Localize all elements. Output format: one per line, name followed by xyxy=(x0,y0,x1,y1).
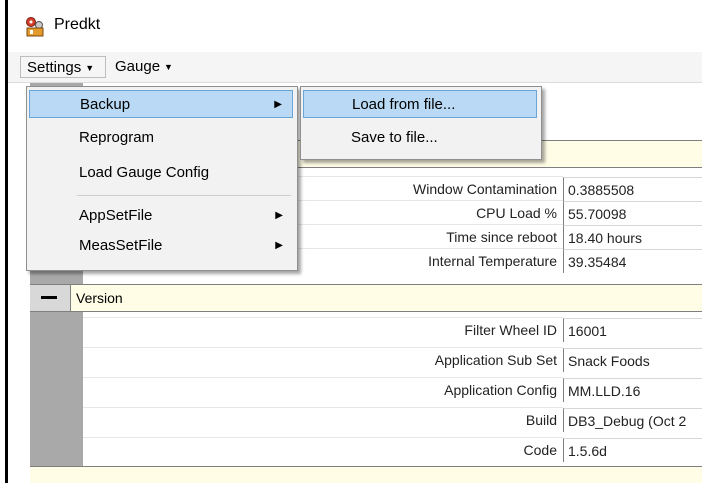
property-value[interactable]: 39.35484 xyxy=(563,249,702,273)
property-label: Filter Wheel ID xyxy=(83,317,563,342)
category-label: Version xyxy=(76,290,123,306)
title-bar: Predkt xyxy=(8,0,702,52)
menu-item-save-to-file[interactable]: Save to file... xyxy=(303,124,537,152)
menu-settings[interactable]: Settings ▼ xyxy=(20,56,106,78)
menu-gauge-label: Gauge xyxy=(115,58,161,75)
menu-item-meassetfile[interactable]: MeasSetFile ▶ xyxy=(29,232,293,260)
menu-bar: Settings ▼ Gauge ▼ xyxy=(8,52,702,83)
property-value[interactable]: 0.3885508 xyxy=(563,177,702,201)
property-row[interactable]: Code 1.5.6d xyxy=(83,437,702,462)
property-label: Build xyxy=(83,407,563,432)
settings-dropdown-menu: Backup ▶ Reprogram Load Gauge Config App… xyxy=(26,86,298,271)
menu-separator xyxy=(77,195,291,196)
app-gears-icon xyxy=(26,17,44,37)
backup-submenu: Load from file... Save to file... xyxy=(300,86,542,160)
menu-item-appsetfile[interactable]: AppSetFile ▶ xyxy=(29,202,293,230)
app-window: Predkt Settings ▼ Gauge ▼ Window Contamina… xyxy=(5,0,702,483)
menu-item-backup[interactable]: Backup ▶ xyxy=(29,90,293,118)
property-value[interactable]: MM.LLD.16 xyxy=(563,378,702,402)
category-header-next[interactable] xyxy=(30,466,702,483)
property-row[interactable]: Application Config MM.LLD.16 xyxy=(83,377,702,402)
property-row[interactable]: Build DB3_Debug (Oct 2 xyxy=(83,407,702,432)
property-value[interactable]: 55.70098 xyxy=(563,201,702,225)
menu-item-label: Save to file... xyxy=(351,129,438,146)
menu-item-reprogram[interactable]: Reprogram xyxy=(29,124,293,152)
menu-item-label: AppSetFile xyxy=(79,207,153,224)
menu-item-label: MeasSetFile xyxy=(79,237,163,254)
property-value[interactable]: Snack Foods xyxy=(563,348,702,372)
property-value[interactable]: 1.5.6d xyxy=(563,438,702,462)
menu-item-label: Load from file... xyxy=(352,96,456,113)
property-value[interactable]: 18.40 hours xyxy=(563,225,702,249)
chevron-right-icon: ▶ xyxy=(275,240,283,251)
menu-item-label: Backup xyxy=(80,96,131,113)
collapse-toggle[interactable] xyxy=(30,285,71,311)
property-label: Code xyxy=(83,437,563,462)
minus-icon xyxy=(41,296,57,299)
property-value[interactable]: DB3_Debug (Oct 2 xyxy=(563,408,702,432)
menu-settings-label: Settings xyxy=(27,59,82,76)
menu-item-label: Load Gauge Config xyxy=(79,164,210,181)
menu-gauge[interactable]: Gauge ▼ xyxy=(109,56,197,78)
menu-item-load-gauge-config[interactable]: Load Gauge Config xyxy=(29,159,293,187)
menu-item-load-from-file[interactable]: Load from file... xyxy=(303,90,537,118)
property-row[interactable]: Filter Wheel ID 16001 xyxy=(83,317,702,342)
property-label: Application Config xyxy=(83,377,563,402)
chevron-down-icon: ▼ xyxy=(85,63,95,73)
category-header-version[interactable]: Version xyxy=(30,284,702,312)
window-title: Predkt xyxy=(54,16,101,33)
property-row[interactable]: Application Sub Set Snack Foods xyxy=(83,347,702,372)
menu-item-label: Reprogram xyxy=(79,129,155,146)
chevron-down-icon: ▼ xyxy=(164,62,173,72)
chevron-right-icon: ▶ xyxy=(275,210,283,221)
property-value[interactable]: 16001 xyxy=(563,318,702,342)
chevron-right-icon: ▶ xyxy=(274,99,282,110)
property-label: Application Sub Set xyxy=(83,347,563,372)
